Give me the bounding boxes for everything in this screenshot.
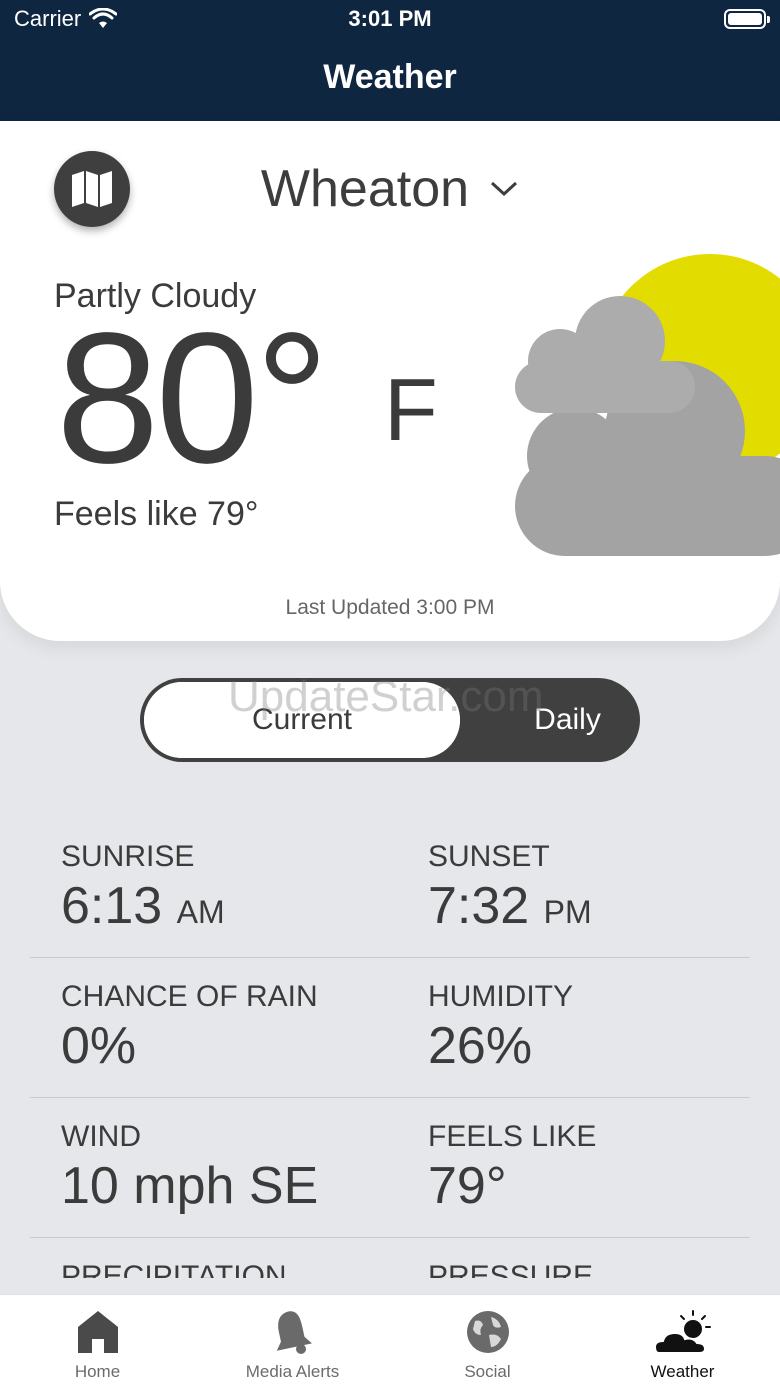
wind-stat: WIND 10 mph SE [61,1120,318,1216]
pressure-stat: PRESSURE [428,1260,593,1278]
temperature-value: 80° [56,295,329,502]
sunset-stat: SUNSET 7:32 PM [428,840,592,936]
tab-weather[interactable]: Weather [585,1295,780,1387]
stats-row: WIND 10 mph SE FEELS LIKE 79° [30,1098,750,1238]
humidity-label: HUMIDITY [428,980,573,1013]
bottom-tab-bar: Home Media Alerts Social Weather [0,1294,780,1387]
sunset-value: 7:32 PM [428,877,592,935]
feels-like-stat: FEELS LIKE 79° [428,1120,596,1216]
tab-daily[interactable]: Daily [495,682,640,758]
sunset-label: SUNSET [428,840,550,873]
stats-row: PRECIPITATION PRESSURE [30,1238,750,1278]
home-icon [77,1311,118,1353]
precipitation-label: PRECIPITATION [61,1260,287,1278]
tab-social[interactable]: Social [390,1295,585,1387]
humidity-stat: HUMIDITY 26% [428,980,573,1076]
chevron-down-icon [491,181,518,197]
tab-social-label: Social [464,1362,511,1381]
tab-hourly[interactable]: Hourly [335,682,485,758]
tab-media-alerts-label: Media Alerts [245,1362,340,1381]
last-updated-text: Last Updated 3:00 PM [285,596,495,619]
precipitation-stat: PRECIPITATION [61,1260,287,1278]
wind-value: 10 mph SE [61,1157,319,1215]
battery-icon [724,9,770,29]
feels-like-label: FEELS LIKE [428,1120,597,1153]
sunrise-label: SUNRISE [61,840,195,873]
location-name: Wheaton [260,160,470,218]
cloud-sun-icon [653,1310,711,1354]
pressure-label: PRESSURE [428,1260,594,1278]
partly-cloudy-icon [515,254,780,556]
bell-icon [276,1311,312,1354]
forecast-toggle-labels: Current Hourly Daily [140,678,640,762]
current-weather-card: Wheaton Partly Cloudy 80° F Feels like 7… [0,121,780,641]
humidity-value: 26% [428,1017,533,1075]
feels-like-value: 79° [428,1157,507,1215]
tab-weather-label: Weather [650,1362,715,1381]
globe-icon [466,1311,509,1353]
tab-media-alerts[interactable]: Media Alerts [195,1295,390,1387]
status-time: 3:01 PM [348,6,432,31]
sunrise-value: 6:13 AM [61,877,225,935]
page-title: Weather [323,58,457,96]
top-header: Carrier 3:01 PM Weather [0,0,780,121]
rain-stat: CHANCE OF RAIN 0% [61,980,318,1076]
sunrise-stat: SUNRISE 6:13 AM [61,840,225,936]
tab-home-label: Home [74,1362,121,1381]
stats-row: CHANCE OF RAIN 0% HUMIDITY 26% [30,958,750,1098]
tab-home[interactable]: Home [0,1295,195,1387]
wind-label: WIND [61,1120,141,1153]
stats-row: SUNRISE 6:13 AM SUNSET 7:32 PM [30,818,750,958]
weather-stats: SUNRISE 6:13 AM SUNSET 7:32 PM CHANCE OF… [30,818,750,1278]
rain-label: CHANCE OF RAIN [61,980,318,1013]
location-selector[interactable]: Wheaton [0,159,780,219]
feels-like-text: Feels like 79° [54,495,259,533]
temperature-unit: F [384,360,438,459]
rain-value: 0% [61,1017,137,1075]
